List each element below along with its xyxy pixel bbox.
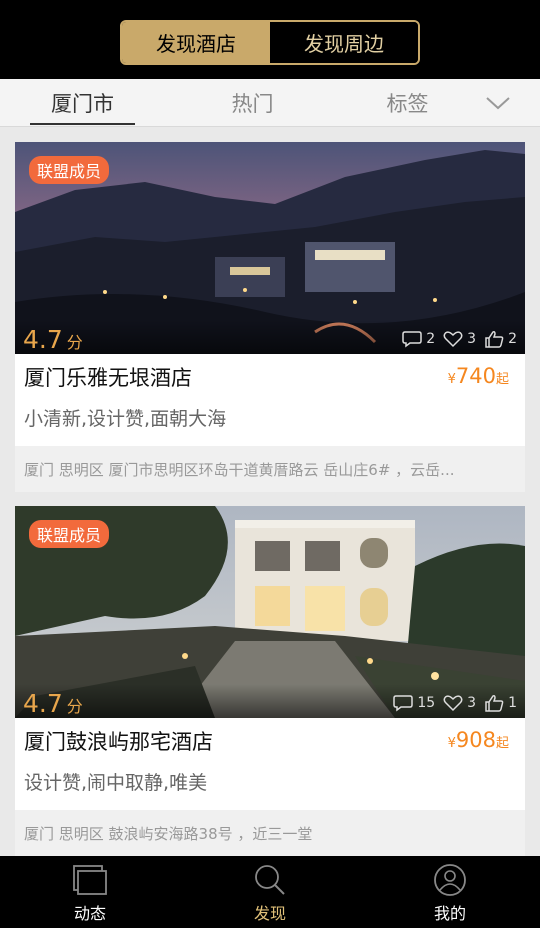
hotel-photo[interactable]: 联盟成员 4.7 分 2 3 2 [15, 142, 525, 354]
favorites-stat[interactable]: 3 [443, 694, 476, 712]
likes-stat[interactable]: 2 [484, 330, 517, 348]
rating: 4.7 分 [23, 689, 83, 718]
hotel-stats: 15 3 1 [385, 694, 517, 712]
thumbs-up-icon [485, 331, 504, 348]
rating: 4.7 分 [23, 325, 83, 354]
alliance-member-badge: 联盟成员 [29, 520, 110, 548]
nav-feed[interactable]: 动态 [0, 856, 180, 928]
tab-tags[interactable]: 标签 [355, 79, 460, 127]
favorites-count: 3 [467, 331, 477, 347]
favorites-stat[interactable]: 3 [443, 330, 476, 348]
hotel-tags: 设计赞,闹中取静,唯美 [24, 772, 208, 794]
hotel-address: 厦门 思明区 厦门市思明区环岛干道黄厝路云 岳山庄6# ，云岳... [15, 446, 525, 492]
tab-hot[interactable]: 热门 [200, 79, 305, 127]
price-unit: 起 [495, 372, 509, 387]
price-currency: ¥ [447, 736, 456, 751]
hotel-info: 厦门鼓浪屿那宅酒店 ¥908起 设计赞,闹中取静,唯美 [15, 718, 525, 810]
user-icon [434, 864, 466, 896]
comment-icon [402, 331, 422, 348]
filter-tabs: 厦门市 热门 标签 [0, 79, 540, 127]
nav-discover[interactable]: 发现 [180, 856, 360, 928]
comments-count: 15 [417, 695, 436, 711]
thumbs-up-icon [485, 695, 504, 712]
hotel-card[interactable]: 联盟成员 4.7 分 2 3 2 厦门乐雅无垠酒店 ¥740起 小清新,设计赞,面… [15, 142, 525, 492]
hotel-stats: 2 3 2 [394, 330, 517, 348]
rating-value: 4.7 [23, 689, 63, 718]
comment-icon [393, 695, 414, 712]
favorites-count: 3 [467, 695, 477, 711]
comments-stat[interactable]: 15 [393, 694, 435, 712]
nav-profile[interactable]: 我的 [360, 856, 540, 928]
hotel-card[interactable]: 联盟成员 4.7 分 15 3 1 厦门鼓浪屿那宅酒店 ¥908起 设计赞,闹中取… [15, 506, 525, 856]
search-icon [255, 865, 285, 895]
hotel-price: ¥908起 [448, 728, 509, 752]
bottom-nav: 动态 发现 我的 [0, 856, 540, 928]
heart-icon [443, 331, 463, 348]
heart-icon [443, 695, 463, 712]
likes-stat[interactable]: 1 [484, 694, 517, 712]
segment-discover-hotels[interactable]: 发现酒店 [122, 22, 270, 63]
feed-icon [73, 865, 107, 895]
chevron-down-icon[interactable] [484, 93, 512, 113]
hotel-tags: 小清新,设计赞,面朝大海 [24, 408, 227, 430]
price-unit: 起 [495, 736, 509, 751]
rating-value: 4.7 [23, 325, 63, 354]
hotel-photo[interactable]: 联盟成员 4.7 分 15 3 1 [15, 506, 525, 718]
price-value: 740 [455, 364, 496, 388]
hotel-address: 厦门 思明区 鼓浪屿安海路38号 ，近三一堂 [15, 810, 525, 856]
alliance-member-badge: 联盟成员 [29, 156, 110, 184]
hotel-name: 厦门乐雅无垠酒店 [24, 366, 192, 390]
nav-profile-label: 我的 [433, 904, 466, 923]
nav-feed-label: 动态 [73, 904, 106, 923]
rating-unit: 分 [66, 697, 83, 716]
top-bar: 发现酒店 发现周边 [0, 0, 540, 79]
segmented-control: 发现酒店 发现周边 [120, 20, 420, 65]
comments-stat[interactable]: 2 [402, 330, 435, 348]
comments-count: 2 [426, 331, 436, 347]
segment-discover-nearby[interactable]: 发现周边 [270, 22, 418, 63]
rating-unit: 分 [66, 333, 83, 352]
hotel-price: ¥740起 [448, 364, 509, 388]
price-currency: ¥ [447, 372, 456, 387]
tab-city[interactable]: 厦门市 [30, 79, 135, 127]
nav-discover-label: 发现 [253, 904, 286, 923]
hotel-name: 厦门鼓浪屿那宅酒店 [24, 730, 213, 754]
likes-count: 2 [508, 331, 517, 347]
hotel-info: 厦门乐雅无垠酒店 ¥740起 小清新,设计赞,面朝大海 [15, 354, 525, 446]
price-value: 908 [455, 728, 496, 752]
active-tab-indicator [30, 123, 135, 125]
likes-count: 1 [508, 695, 517, 711]
